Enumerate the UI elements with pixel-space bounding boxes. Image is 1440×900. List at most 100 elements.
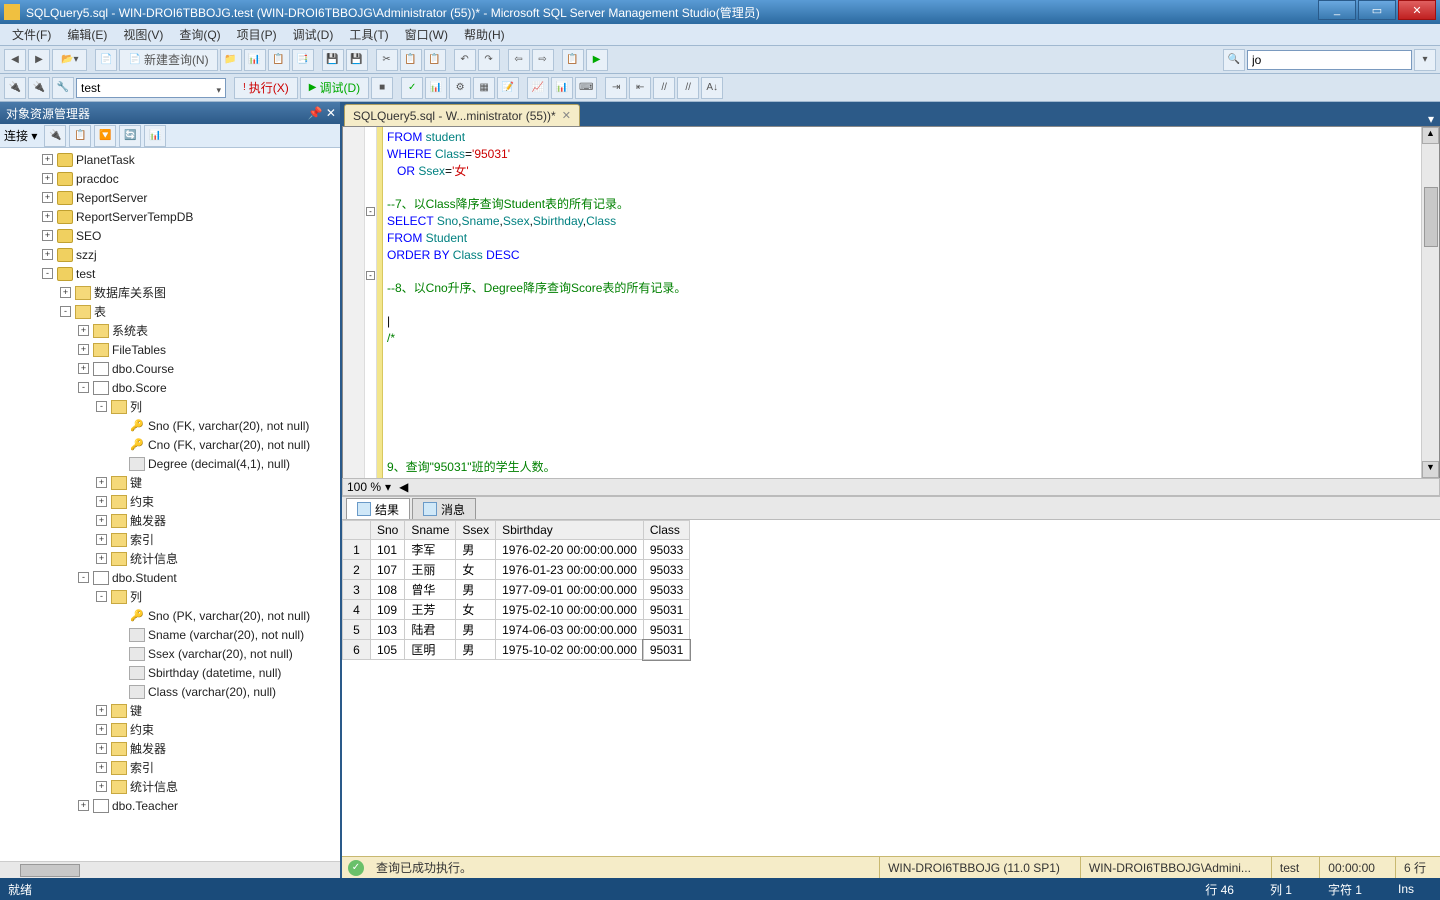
tree-node[interactable]: +约束 (0, 720, 340, 739)
fold-marker-icon[interactable]: - (366, 207, 375, 216)
expand-icon[interactable]: + (42, 249, 53, 260)
fold-marker-icon[interactable]: - (366, 271, 375, 280)
results-grid[interactable]: SnoSnameSsexSbirthdayClass1101李军男1976-02… (342, 520, 1440, 856)
tree-node[interactable]: +数据库关系图 (0, 283, 340, 302)
grid-header[interactable]: Sno (371, 521, 405, 540)
grid-cell[interactable]: 95033 (643, 580, 689, 600)
expand-icon[interactable]: + (96, 762, 107, 773)
scroll-thumb[interactable] (1424, 187, 1438, 247)
properties-button[interactable]: 📋 (562, 49, 584, 71)
tab-overflow-icon[interactable]: ▾ (1422, 112, 1440, 126)
tree-node[interactable]: +FileTables (0, 340, 340, 359)
grid-cell[interactable]: 1976-02-20 00:00:00.000 (496, 540, 644, 560)
grid-cell[interactable]: 2 (343, 560, 371, 580)
grid-cell[interactable]: 王芳 (405, 600, 456, 620)
expand-icon[interactable]: + (78, 325, 89, 336)
expand-icon[interactable]: + (42, 173, 53, 184)
expand-icon[interactable]: + (96, 743, 107, 754)
back-button[interactable]: ◀ (4, 49, 26, 71)
grid-cell[interactable]: 95031 (643, 640, 689, 660)
grid-cell[interactable]: 男 (456, 640, 496, 660)
parse-button[interactable]: ✓ (401, 77, 423, 99)
tree-node[interactable]: +触发器 (0, 511, 340, 530)
nav-fwd-button[interactable]: ⇨ (532, 49, 554, 71)
zoom-dd-icon[interactable]: ▾ (385, 480, 391, 494)
grid-cell[interactable]: 陆君 (405, 620, 456, 640)
tree-node[interactable]: -dbo.Student (0, 568, 340, 587)
stop-button[interactable]: ■ (371, 77, 393, 99)
tree-node[interactable]: -列 (0, 587, 340, 606)
grid-cell[interactable]: 女 (456, 560, 496, 580)
oe-btn2[interactable]: 📋 (69, 125, 91, 147)
messages-tab[interactable]: 消息 (412, 498, 476, 519)
forward-button[interactable]: ▶ (28, 49, 50, 71)
tab-close-icon[interactable]: ✕ (562, 109, 571, 122)
save-all-button[interactable]: 💾 (346, 49, 368, 71)
sort-button[interactable]: A↓ (701, 77, 723, 99)
tree-node[interactable]: +触发器 (0, 739, 340, 758)
find-button[interactable]: 🔍 (1223, 49, 1245, 71)
grid-cell[interactable]: 107 (371, 560, 405, 580)
grid-cell[interactable]: 男 (456, 580, 496, 600)
results-tab[interactable]: 结果 (346, 498, 410, 519)
tree-node[interactable]: +dbo.Course (0, 359, 340, 378)
grid-header[interactable]: Sbirthday (496, 521, 644, 540)
grid-header[interactable]: Sname (405, 521, 456, 540)
grid-cell[interactable]: 6 (343, 640, 371, 660)
uncomment-button[interactable]: // (677, 77, 699, 99)
document-tab[interactable]: SQLQuery5.sql - W...ministrator (55))* ✕ (344, 104, 580, 126)
search-dd[interactable]: ▾ (1414, 49, 1436, 71)
grid-cell[interactable]: 108 (371, 580, 405, 600)
expand-icon[interactable]: + (96, 553, 107, 564)
undo-button[interactable]: ↶ (454, 49, 476, 71)
tree-node[interactable]: 🔑Sno (FK, varchar(20), not null) (0, 416, 340, 435)
tree-node[interactable]: +索引 (0, 530, 340, 549)
expand-icon[interactable]: + (96, 724, 107, 735)
expand-icon[interactable]: - (60, 306, 71, 317)
expand-icon[interactable]: + (78, 800, 89, 811)
fold-gutter[interactable]: - - (365, 127, 377, 478)
panel-pin-icon[interactable]: 📌 ✕ (308, 106, 336, 120)
grid-cell[interactable]: 王丽 (405, 560, 456, 580)
object-explorer-tree[interactable]: +PlanetTask+pracdoc+ReportServer+ReportS… (0, 148, 340, 861)
open-file-button[interactable]: 📁 (220, 49, 242, 71)
new-project-button[interactable]: 📄 (95, 49, 117, 71)
grid-cell[interactable]: 95033 (643, 560, 689, 580)
search-input[interactable] (1247, 50, 1412, 70)
disconnect-button[interactable]: 🔌 (28, 77, 50, 99)
outdent-button[interactable]: ⇤ (629, 77, 651, 99)
connect-dropdown[interactable]: 连接 ▾ (4, 127, 37, 144)
tree-node[interactable]: +dbo.Teacher (0, 796, 340, 815)
new-query-button[interactable]: 📄 新建查询(N) (119, 49, 217, 71)
database-combo[interactable]: test (76, 78, 226, 98)
grid-cell[interactable]: 95033 (643, 540, 689, 560)
menu-item[interactable]: 窗口(W) (397, 24, 456, 45)
grid-cell[interactable]: 101 (371, 540, 405, 560)
maximize-button[interactable]: ▭ (1358, 0, 1396, 20)
scroll-down-icon[interactable]: ▼ (1422, 461, 1439, 478)
save-button[interactable]: 💾 (322, 49, 344, 71)
open-button[interactable]: 📂▾ (52, 49, 87, 71)
grid-cell[interactable]: 1974-06-03 00:00:00.000 (496, 620, 644, 640)
execute-button[interactable]: ! 执行(X) (234, 77, 298, 99)
tree-node[interactable]: -dbo.Score (0, 378, 340, 397)
template-button[interactable]: 📋 (268, 49, 290, 71)
tree-node[interactable]: +pracdoc (0, 169, 340, 188)
grid-cell[interactable]: 李军 (405, 540, 456, 560)
run-button[interactable]: ▶ (586, 49, 608, 71)
grid-cell[interactable]: 1 (343, 540, 371, 560)
menu-item[interactable]: 视图(V) (115, 24, 171, 45)
grid-cell[interactable]: 1975-02-10 00:00:00.000 (496, 600, 644, 620)
expand-icon[interactable]: - (78, 382, 89, 393)
grid-cell[interactable]: 男 (456, 540, 496, 560)
results-grid-button[interactable]: ▦ (473, 77, 495, 99)
close-button[interactable]: ✕ (1398, 0, 1436, 20)
expand-icon[interactable]: - (96, 401, 107, 412)
oe-filter-button[interactable]: 🔽 (94, 125, 116, 147)
minimize-button[interactable]: _ (1318, 0, 1356, 20)
results-text-button[interactable]: 📝 (497, 77, 519, 99)
scroll-up-icon[interactable]: ▲ (1422, 127, 1439, 144)
grid-cell[interactable]: 3 (343, 580, 371, 600)
expand-icon[interactable]: + (78, 363, 89, 374)
expand-icon[interactable]: + (78, 344, 89, 355)
